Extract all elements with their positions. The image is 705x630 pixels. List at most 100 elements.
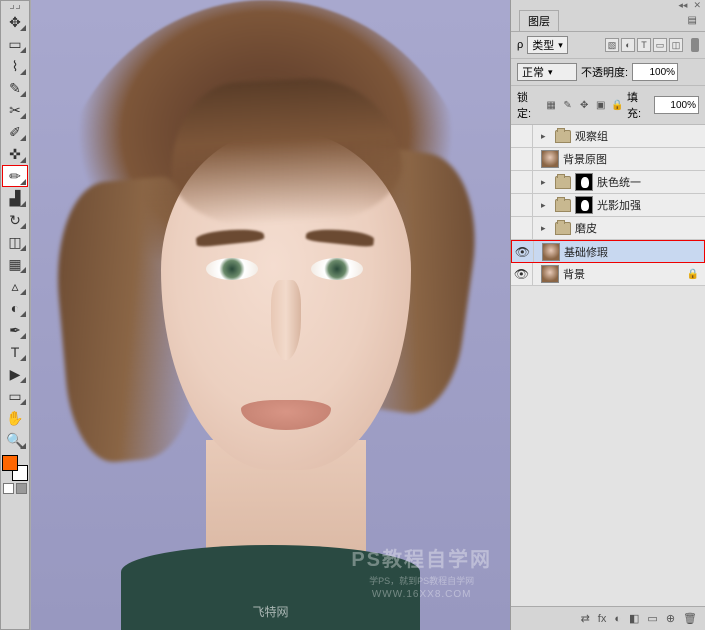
layer-name-label[interactable]: 观察组 [575, 128, 608, 144]
healing-brush-tool[interactable]: ✜ [2, 143, 28, 165]
expand-toggle-icon[interactable]: ▸ [541, 177, 551, 188]
lasso-tool[interactable]: ⌇ [2, 55, 28, 77]
layer-row[interactable]: ▸ 磨皮 [511, 217, 705, 240]
panel-tabs: 图层 ▤ [511, 10, 705, 32]
lock-row: 锁定: ▦ ✎ ✥ ▣ 🔒 填充: 100% [511, 86, 705, 125]
marquee-tool[interactable]: ▭ [2, 33, 28, 55]
layer-thumbnail[interactable] [541, 150, 559, 168]
mask-thumbnail[interactable] [575, 173, 593, 191]
lock-all-icon[interactable]: 🔒 [610, 98, 624, 112]
lock-label: 锁定: [517, 89, 541, 121]
filter-type-select[interactable]: 类型 [527, 36, 568, 54]
shape-tool[interactable]: ▭ [2, 385, 28, 407]
layer-row[interactable]: ▸ 观察组 [511, 125, 705, 148]
move-tool[interactable]: ✥ [2, 11, 28, 33]
tool-dock: ✥ ▭ ⌇ ✎ ✂ ✐ ✜ ✏ ▟ ↻ ◫ ▦ ▵ ◐ ✒ T ▶ ▭ ✋ 🔍 [0, 0, 30, 630]
visibility-toggle[interactable] [511, 148, 533, 170]
layer-filter-row: ρ 类型 ▧ ◐ T ▭ ◫ [511, 32, 705, 59]
panel-menu-icon[interactable]: ▤ [688, 15, 697, 26]
lock-artboard-icon[interactable]: ▣ [594, 98, 608, 112]
layer-name-label[interactable]: 背景 [563, 266, 585, 282]
lock-transparency-icon[interactable]: ▦ [544, 98, 558, 112]
folder-icon [555, 199, 571, 212]
path-select-tool[interactable]: ▶ [2, 363, 28, 385]
layer-row[interactable]: 👁 背景 🔒 [511, 263, 705, 286]
filter-smart-icon[interactable]: ◫ [669, 38, 683, 52]
add-mask-icon[interactable]: ◐ [614, 613, 621, 625]
history-brush-tool[interactable]: ↻ [2, 209, 28, 231]
blur-tool[interactable]: ▵ [2, 275, 28, 297]
lock-position-icon[interactable]: ✥ [577, 98, 591, 112]
quick-select-tool[interactable]: ✎ [2, 77, 28, 99]
blend-mode-select[interactable]: 正常 [517, 63, 577, 81]
expand-toggle-icon[interactable]: ▸ [541, 223, 551, 234]
new-layer-icon[interactable]: ⊕ [666, 612, 675, 625]
layers-panel-footer: ⇄ fx ◐ ◧ ▭ ⊕ 🗑 [511, 606, 705, 630]
layer-name-label[interactable]: 磨皮 [575, 220, 597, 236]
visibility-toggle[interactable] [511, 125, 533, 147]
collapse-icon[interactable]: ◂◂ [678, 0, 687, 11]
pen-tool[interactable]: ✒ [2, 319, 28, 341]
layer-content: 基础修瑕 [534, 243, 704, 261]
type-tool[interactable]: T [2, 341, 28, 363]
clone-stamp-tool[interactable]: ▟ [2, 187, 28, 209]
layers-panel: ◂◂ ✕ 图层 ▤ ρ 类型 ▧ ◐ T ▭ ◫ 正常 不透明度: 100% 锁… [510, 0, 705, 630]
canvas-area[interactable]: 飞特网 PS教程自学网 学PS，就到PS教程自学网 WWW.16XX8.COM [30, 0, 510, 630]
close-icon[interactable]: ✕ [693, 0, 701, 11]
dodge-tool[interactable]: ◐ [2, 297, 28, 319]
layer-content: ▸ 磨皮 [533, 220, 705, 236]
fill-input[interactable]: 100% [654, 96, 699, 114]
layer-content: 背景原图 [533, 150, 705, 168]
watermark-title: PS教程自学网 [351, 543, 492, 572]
layers-tab[interactable]: 图层 [519, 10, 559, 31]
watermark-bottom: 飞特网 [252, 603, 288, 620]
layer-name-label[interactable]: 基础修瑕 [564, 244, 608, 260]
expand-toggle-icon[interactable]: ▸ [541, 131, 551, 142]
gradient-tool[interactable]: ▦ [2, 253, 28, 275]
layer-row[interactable]: 背景原图 [511, 148, 705, 171]
zoom-tool[interactable]: 🔍 [2, 429, 28, 451]
visibility-toggle[interactable]: 👁 [511, 263, 533, 285]
layer-fx-icon[interactable]: fx [598, 613, 607, 625]
layer-name-label[interactable]: 光影加强 [597, 197, 641, 213]
adjustment-layer-icon[interactable]: ◧ [629, 612, 639, 625]
layer-name-label[interactable]: 肤色统一 [597, 174, 641, 190]
visibility-toggle[interactable]: 👁 [512, 241, 534, 262]
quick-mask-toggle[interactable] [2, 483, 28, 494]
filter-type-icon[interactable]: T [637, 38, 651, 52]
layer-list: ▸ 观察组背景原图 ▸ 肤色统一 ▸ 光影加强 ▸ 磨皮 👁 基础修瑕 👁 背景 🔒 [511, 125, 705, 606]
layer-row[interactable]: 👁 基础修瑕 [511, 240, 705, 263]
filter-toggle-icon[interactable] [691, 38, 699, 52]
layer-row[interactable]: ▸ 光影加强 [511, 194, 705, 217]
portrait-image [31, 0, 510, 630]
filter-search-icon[interactable]: ρ [517, 39, 523, 51]
layer-thumbnail[interactable] [542, 243, 560, 261]
color-swatches[interactable] [2, 455, 28, 481]
lock-icon: 🔒 [687, 269, 699, 280]
layer-name-label[interactable]: 背景原图 [563, 151, 607, 167]
visibility-toggle[interactable] [511, 194, 533, 216]
new-group-icon[interactable]: ▭ [647, 612, 657, 625]
mask-thumbnail[interactable] [575, 196, 593, 214]
eyedropper-tool[interactable]: ✐ [2, 121, 28, 143]
hand-tool[interactable]: ✋ [2, 407, 28, 429]
crop-tool[interactable]: ✂ [2, 99, 28, 121]
brush-tool[interactable]: ✏ [2, 165, 28, 187]
visibility-toggle[interactable] [511, 171, 533, 193]
filter-pixel-icon[interactable]: ▧ [605, 38, 619, 52]
expand-toggle-icon[interactable]: ▸ [541, 200, 551, 211]
watermark-sub: 学PS，就到PS教程自学网 [351, 574, 492, 587]
delete-layer-icon[interactable]: 🗑 [683, 612, 697, 625]
layer-content: ▸ 光影加强 [533, 196, 705, 214]
eraser-tool[interactable]: ◫ [2, 231, 28, 253]
visibility-toggle[interactable] [511, 217, 533, 239]
filter-shape-icon[interactable]: ▭ [653, 38, 667, 52]
link-layers-icon[interactable]: ⇄ [581, 612, 590, 625]
opacity-input[interactable]: 100% [632, 63, 678, 81]
filter-adjust-icon[interactable]: ◐ [621, 38, 635, 52]
layer-row[interactable]: ▸ 肤色统一 [511, 171, 705, 194]
lock-pixels-icon[interactable]: ✎ [561, 98, 575, 112]
layer-thumbnail[interactable] [541, 265, 559, 283]
dock-handle[interactable] [2, 3, 28, 11]
foreground-color-swatch[interactable] [2, 455, 18, 471]
